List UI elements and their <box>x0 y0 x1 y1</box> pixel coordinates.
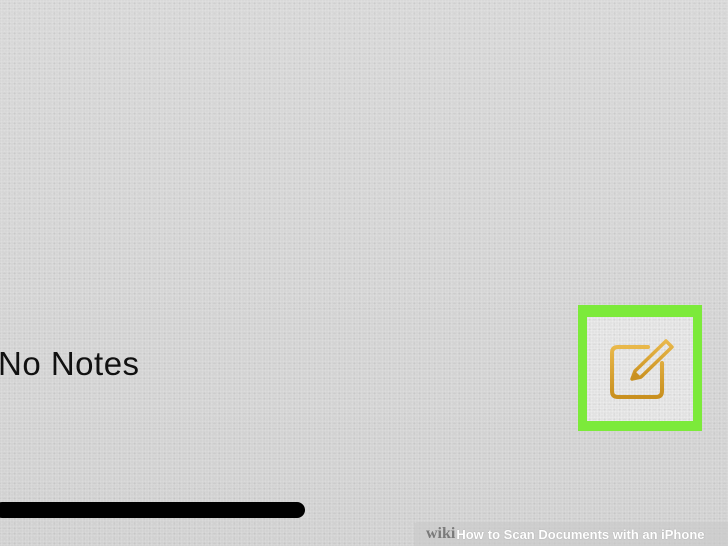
compose-note-icon <box>610 339 674 399</box>
compose-highlight <box>578 305 702 431</box>
notes-screen: No Notes wiki How to Scan Documents with… <box>0 0 728 546</box>
no-notes-label: No Notes <box>0 345 140 382</box>
watermark-brand: wiki <box>426 525 456 542</box>
compose-button[interactable] <box>587 317 693 421</box>
home-indicator[interactable] <box>0 502 305 518</box>
watermark-title: to Scan Documents with an iPhone <box>487 526 705 542</box>
watermark-how: How <box>456 526 484 542</box>
wikihow-watermark: wiki How to Scan Documents with an iPhon… <box>414 522 728 546</box>
